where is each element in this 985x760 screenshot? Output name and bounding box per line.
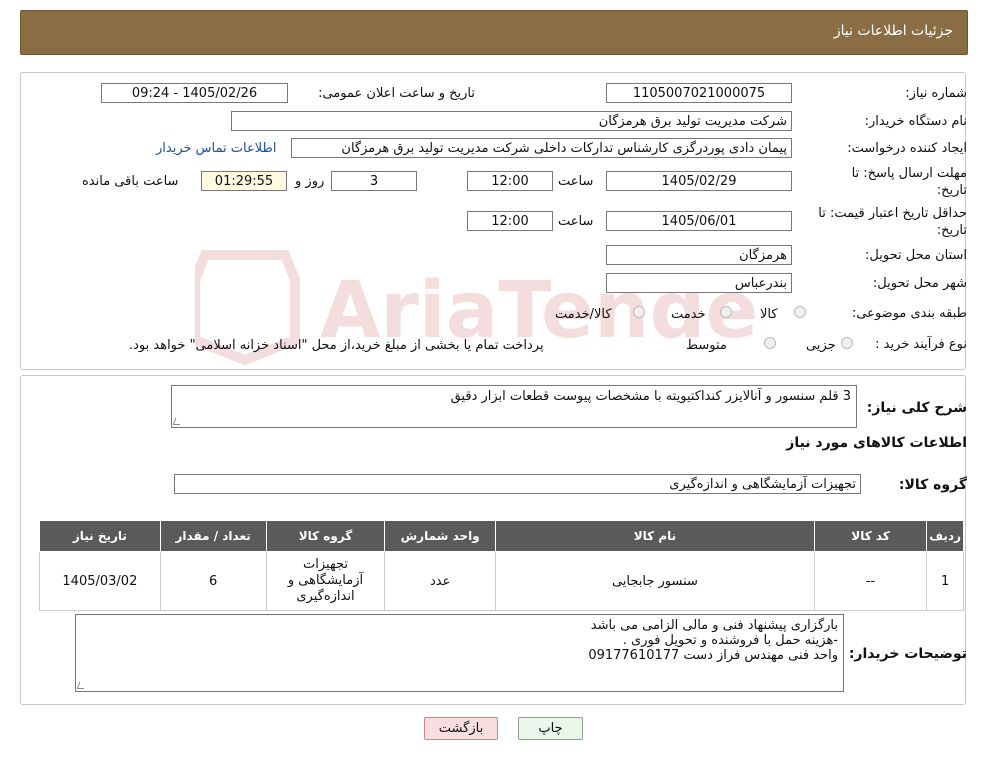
- creator-label: ایجاد کننده درخواست:: [847, 141, 967, 156]
- category-label: طبقه بندی موضوعی:: [851, 306, 967, 321]
- back-button[interactable]: بازگشت: [424, 717, 498, 740]
- process-note: پرداخت تمام یا بخشی از مبلغ خرید،از محل …: [129, 338, 544, 353]
- validity-label: حداقل تاریخ اعتبار قیمت: تا: [818, 206, 967, 221]
- process-radio-medium[interactable]: [764, 337, 776, 349]
- col-group: گروه کالا: [265, 520, 386, 552]
- category-option-service: خدمت: [671, 307, 706, 322]
- need-number-field: 1105007021000075: [606, 83, 792, 103]
- col-code: کد کالا: [813, 520, 928, 552]
- page-title: جزئیات اطلاعات نیاز: [833, 23, 953, 39]
- summary-text: 3 قلم سنسور و آنالایزر کنداکتیویته با مش…: [450, 389, 851, 404]
- deadline-date-field: 1405/02/29: [606, 171, 792, 191]
- province-field: هرمزگان: [606, 245, 792, 265]
- goods-info-title: اطلاعات کالاهای مورد نیاز: [786, 435, 967, 451]
- goods-group-label: گروه کالا:: [898, 477, 967, 493]
- cell-unit: عدد: [384, 551, 496, 611]
- announce-field: 1405/02/26 - 09:24: [101, 83, 288, 103]
- category-radio-goods[interactable]: [794, 306, 806, 318]
- days-label: روز و: [295, 174, 325, 189]
- remaining-time-field: 01:29:55: [201, 171, 287, 191]
- process-radio-minor[interactable]: [841, 337, 853, 349]
- city-label: شهر محل تحویل:: [872, 276, 967, 291]
- cell-name: سنسور جابجایی: [494, 551, 815, 611]
- process-label: نوع فرآیند خرید :: [875, 337, 967, 352]
- cell-date: 1405/03/02: [39, 551, 161, 611]
- resize-grip-icon[interactable]: [172, 418, 183, 425]
- col-qty: تعداد / مقدار: [159, 520, 267, 552]
- validity-time-label: ساعت: [558, 214, 594, 229]
- buyer-org-field: شرکت مدیریت تولید برق هرمزگان: [231, 111, 792, 131]
- buyer-org-label: نام دستگاه خریدار:: [864, 114, 967, 129]
- buyer-notes-textarea[interactable]: بارگزاری پیشنهاد فنی و مالی الزامی می با…: [75, 614, 844, 692]
- buyer-notes-label: توضیحات خریدار:: [848, 646, 967, 662]
- process-option-medium: متوسط: [686, 338, 727, 353]
- resize-grip-icon[interactable]: [76, 682, 87, 689]
- deadline-time-field: 12:00: [467, 171, 553, 191]
- validity-date-field: 1405/06/01: [606, 211, 792, 231]
- buyer-contact-link[interactable]: اطلاعات تماس خریدار: [156, 141, 276, 156]
- city-field: بندرعباس: [606, 273, 792, 293]
- print-button[interactable]: چاپ: [518, 717, 583, 740]
- validity-time-field: 12:00: [467, 211, 553, 231]
- cell-qty: 6: [159, 551, 267, 611]
- col-row: ردیف: [926, 520, 964, 552]
- process-option-minor: جزیی: [806, 338, 836, 353]
- summary-label: شرح کلی نیاز:: [866, 400, 967, 416]
- buyer-notes-line-1: بارگزاری پیشنهاد فنی و مالی الزامی می با…: [590, 618, 838, 633]
- cell-code: --: [813, 551, 928, 611]
- category-radio-service[interactable]: [720, 306, 732, 318]
- buyer-notes-line-2: -هزینه حمل با فروشنده و تحویل فوری .: [622, 633, 838, 648]
- deadline-label: مهلت ارسال پاسخ: تا: [851, 166, 967, 181]
- table-header-row: ردیف کد کالا نام کالا واحد شمارش گروه کا…: [39, 520, 964, 552]
- goods-group-field: تجهیزات آزمایشگاهی و اندازه‌گیری: [174, 474, 861, 494]
- col-unit: واحد شمارش: [384, 520, 496, 552]
- table-row: 1 -- سنسور جابجایی عدد تجهیزات آزمایشگاه…: [39, 551, 964, 611]
- goods-table: ردیف کد کالا نام کالا واحد شمارش گروه کا…: [39, 520, 964, 611]
- deadline-time-label: ساعت: [558, 174, 594, 189]
- days-field: 3: [331, 171, 417, 191]
- deadline-label-2: تاریخ:: [936, 183, 967, 198]
- cell-row: 1: [926, 551, 964, 611]
- need-number-label: شماره نیاز:: [905, 86, 967, 101]
- summary-textarea[interactable]: 3 قلم سنسور و آنالایزر کنداکتیویته با مش…: [171, 385, 857, 428]
- col-date: تاریخ نیاز: [39, 520, 161, 552]
- creator-field: پیمان دادی پوردرگزی کارشناس تدارکات داخل…: [291, 138, 792, 158]
- category-option-goods: کالا: [760, 307, 778, 322]
- validity-label-2: تاریخ:: [936, 223, 967, 238]
- remaining-label: ساعت باقی مانده: [82, 174, 179, 189]
- col-name: نام کالا: [494, 520, 815, 552]
- category-radio-goods-service[interactable]: [633, 306, 645, 318]
- page-header: جزئیات اطلاعات نیاز: [20, 10, 968, 55]
- buyer-notes-line-3: واحد فنی مهندس فراز دست 09177610177: [588, 648, 838, 663]
- announce-label: تاریخ و ساعت اعلان عمومی:: [318, 86, 475, 101]
- cell-group: تجهیزات آزمایشگاهی و اندازه‌گیری: [265, 551, 386, 611]
- category-option-goods-service: کالا/خدمت: [555, 307, 612, 322]
- province-label: استان محل تحویل:: [865, 248, 967, 263]
